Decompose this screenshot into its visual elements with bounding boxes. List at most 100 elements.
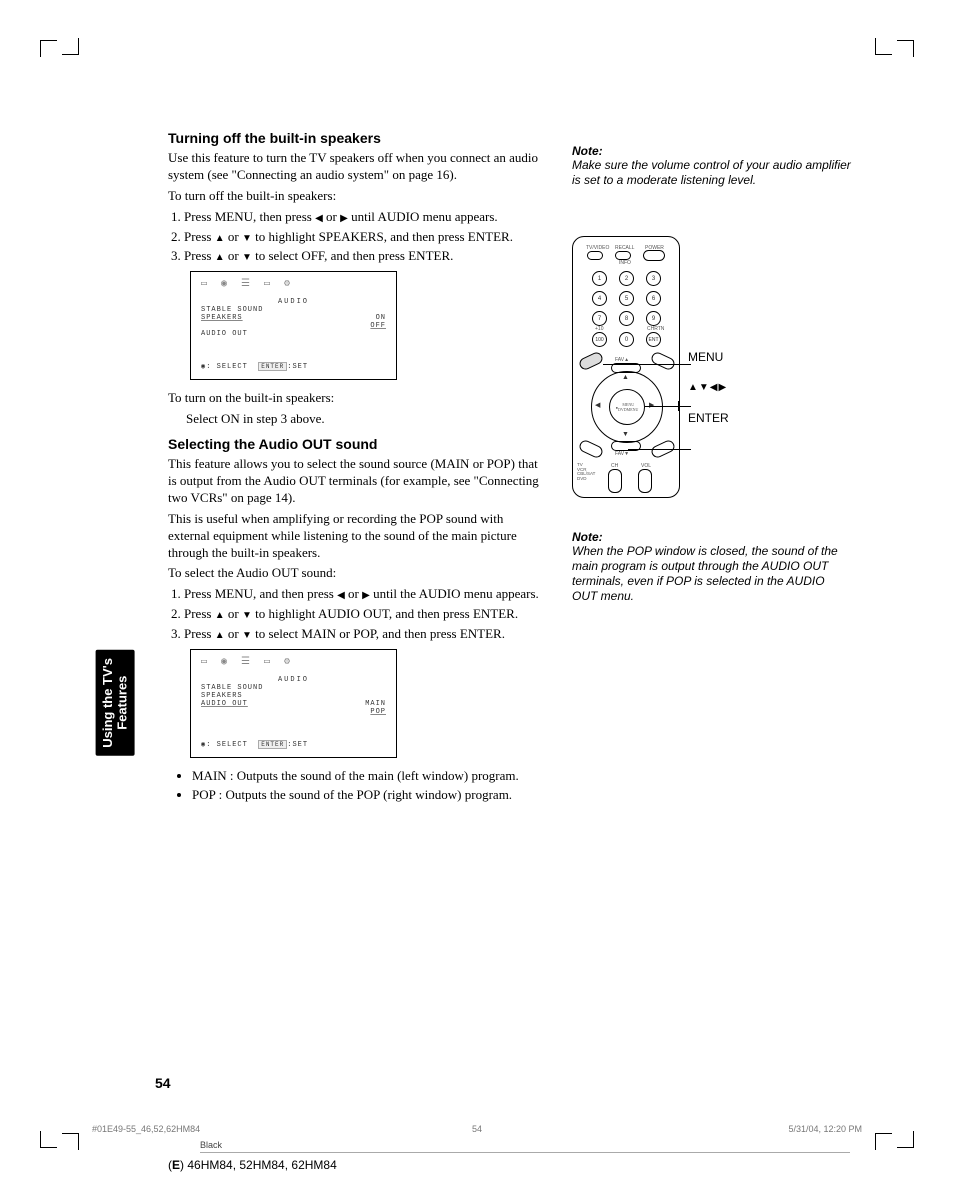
- remote-fav-down: FAV▼: [615, 451, 629, 457]
- step-item: Press MENU, then press ◀ or ▶ until AUDI…: [184, 209, 548, 226]
- section-heading-audioout: Selecting the Audio OUT sound: [168, 436, 548, 452]
- down-arrow-icon: ▼: [242, 252, 252, 263]
- remote-button: [587, 251, 603, 260]
- right-arrow-icon: ▶: [649, 401, 654, 409]
- note-label: Note:: [572, 530, 852, 544]
- crop-mark: [897, 1131, 914, 1148]
- up-arrow-icon: ▲: [215, 630, 225, 641]
- paragraph-lead: To turn on the built-in speakers:: [168, 390, 548, 407]
- remote-ent: ENT: [646, 332, 661, 347]
- remote-num-1: 1: [592, 271, 607, 286]
- steps-list: Press MENU, then press ◀ or ▶ until AUDI…: [168, 209, 548, 266]
- osd-value-highlight: OFF: [370, 322, 386, 330]
- right-arrow-icon: ▶: [362, 590, 370, 601]
- page-number: 54: [155, 1075, 171, 1091]
- remote-topmenu-button: [578, 350, 605, 371]
- note-label: Note:: [572, 144, 852, 158]
- osd-item: STABLE SOUND: [201, 306, 263, 314]
- step-item: Press ▲ or ▼ to highlight AUDIO OUT, and…: [184, 606, 548, 623]
- remote-button: [615, 251, 631, 260]
- left-arrow-icon: ◀: [595, 401, 600, 409]
- callout-enter: ENTER: [688, 411, 729, 425]
- remote-mode-switch: TVVCRCBL/SATDVD: [577, 463, 595, 481]
- down-arrow-icon: ▼: [242, 630, 252, 641]
- remote-num-5: 5: [619, 291, 634, 306]
- step-item: Press ▲ or ▼ to highlight SPEAKERS, and …: [184, 229, 548, 246]
- osd-footer: ◉: SELECT ENTER:SET: [201, 740, 386, 749]
- crop-mark: [40, 40, 57, 57]
- remote-num-8: 8: [619, 311, 634, 326]
- crop-mark: [875, 1133, 892, 1150]
- osd-value-highlight: POP: [370, 708, 386, 716]
- remote-num-9: 9: [646, 311, 661, 326]
- step-item: Press ▲ or ▼ to select MAIN or POP, and …: [184, 626, 548, 643]
- footer-model: (E) 46HM84, 52HM84, 62HM84: [168, 1158, 337, 1172]
- steps-list: Press MENU, and then press ◀ or ▶ until …: [168, 586, 548, 643]
- crop-mark: [62, 1133, 79, 1150]
- remote-callouts: MENU ▲▼◀▶ ENTER: [688, 350, 729, 425]
- osd-value: MAIN: [365, 700, 386, 708]
- remote-sleep-button: [650, 350, 677, 371]
- osd-title: AUDIO: [201, 676, 386, 684]
- definitions-list: MAIN : Outputs the sound of the main (le…: [168, 768, 548, 804]
- crop-mark: [875, 38, 892, 55]
- leader-line: [645, 406, 691, 407]
- up-arrow-icon: ▲: [215, 610, 225, 621]
- remote-power-button: [643, 250, 665, 261]
- callout-menu: MENU: [688, 350, 729, 364]
- up-arrow-icon: ▲: [215, 252, 225, 263]
- paragraph-lead: To turn off the built-in speakers:: [168, 188, 548, 205]
- remote-num-7: 7: [592, 311, 607, 326]
- osd-item-highlight: SPEAKERS: [201, 314, 243, 330]
- osd-item: SPEAKERS: [201, 692, 243, 700]
- remote-outline: TV/VIDEO RECALL POWER INFO 1 2 3 4 5 6 7…: [572, 236, 680, 498]
- section-heading-speakers: Turning off the built-in speakers: [168, 130, 548, 146]
- osd-screenshot-audioout: ▭ ◉ ☰ ▭ ⚙ AUDIO STABLE SOUND SPEAKERS AU…: [190, 649, 397, 758]
- remote-num-0: 0: [619, 332, 634, 347]
- osd-item: AUDIO OUT: [201, 330, 248, 338]
- up-arrow-icon: ▲: [622, 373, 629, 381]
- definition-item: POP : Outputs the sound of the POP (righ…: [192, 787, 548, 804]
- down-arrow-icon: ▼: [622, 430, 629, 438]
- footer-ink: Black: [200, 1140, 850, 1153]
- remote-ch-rocker: [608, 469, 622, 493]
- osd-item: STABLE SOUND: [201, 684, 263, 692]
- osd-tab-icons: ▭ ◉ ☰ ▭ ⚙: [201, 278, 386, 290]
- page-body: Turning off the built-in speakers Use th…: [168, 130, 868, 810]
- footer-page: 54: [92, 1124, 862, 1134]
- leader-line: [628, 449, 691, 450]
- right-arrow-icon: ▶: [340, 213, 348, 224]
- right-column: Note: Make sure the volume control of yo…: [572, 130, 852, 810]
- osd-value: ON: [376, 314, 386, 322]
- paragraph: Select ON in step 3 above.: [186, 411, 548, 428]
- down-arrow-icon: ▼: [242, 233, 252, 244]
- osd-title: AUDIO: [201, 298, 386, 306]
- chapter-tab: Using the TV'sFeatures: [96, 650, 135, 756]
- left-arrow-icon: ◀: [315, 213, 323, 224]
- left-arrow-icon: ◀: [337, 590, 345, 601]
- down-arrow-icon: ▼: [242, 610, 252, 621]
- remote-diagram: TV/VIDEO RECALL POWER INFO 1 2 3 4 5 6 7…: [572, 216, 852, 518]
- crop-mark: [897, 40, 914, 57]
- remote-num-2: 2: [619, 271, 634, 286]
- definition-item: MAIN : Outputs the sound of the main (le…: [192, 768, 548, 785]
- remote-enter-button: ●MENUDVDMENU: [609, 389, 645, 425]
- paragraph: Use this feature to turn the TV speakers…: [168, 150, 548, 184]
- note-text: When the POP window is closed, the sound…: [572, 544, 852, 604]
- left-column: Turning off the built-in speakers Use th…: [168, 130, 548, 810]
- remote-num-4: 4: [592, 291, 607, 306]
- crop-mark: [62, 38, 79, 55]
- osd-footer: ◉: SELECT ENTER:SET: [201, 362, 386, 371]
- osd-item-highlight: AUDIO OUT: [201, 700, 248, 716]
- remote-num-100: 100: [592, 332, 607, 347]
- remote-num-6: 6: [646, 291, 661, 306]
- remote-button: [578, 438, 605, 459]
- remote-label-chrtn: CHRTN: [647, 326, 664, 332]
- callout-arrows: ▲▼◀▶: [688, 382, 729, 393]
- paragraph: This is useful when amplifying or record…: [168, 511, 548, 562]
- note-text: Make sure the volume control of your aud…: [572, 158, 852, 188]
- osd-screenshot-speakers: ▭ ◉ ☰ ▭ ⚙ AUDIO STABLE SOUND SPEAKERS ONO…: [190, 271, 397, 380]
- step-item: Press ▲ or ▼ to select OFF, and then pre…: [184, 248, 548, 265]
- footer-slug: #01E49-55_46,52,62HM84 54 5/31/04, 12:20…: [92, 1122, 862, 1134]
- leader-line: [678, 401, 679, 411]
